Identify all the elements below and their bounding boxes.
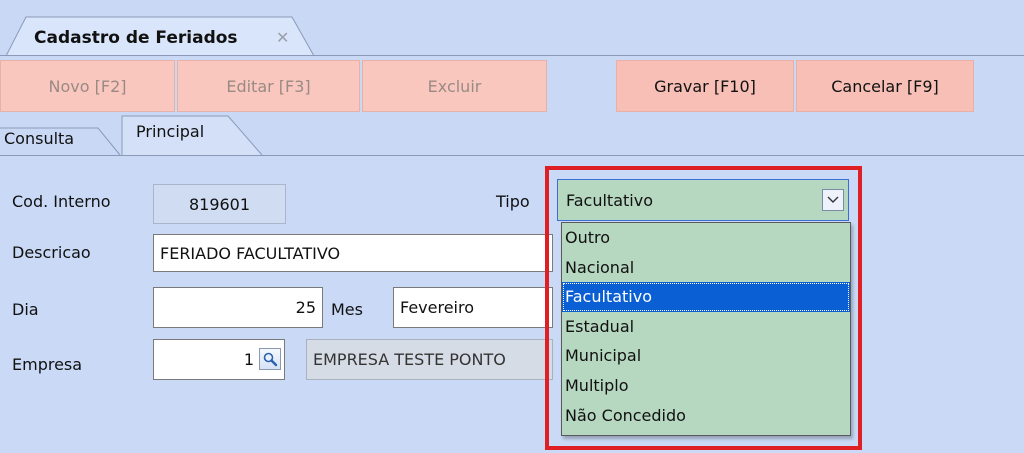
magnifier-glyph [263,352,278,367]
dia-field[interactable]: 25 [153,287,323,328]
mes-select[interactable]: Fevereiro [393,287,553,328]
dia-label: Dia [12,300,39,319]
tab-divider [0,55,1024,56]
descricao-field[interactable]: FERIADO FACULTATIVO [153,234,553,272]
toolbar: Novo [F2] Editar [F3] Excluir Gravar [F1… [0,60,1024,112]
descricao-label: Descricao [12,243,91,262]
editar-button[interactable]: Editar [F3] [177,60,360,112]
document-tab-title: Cadastro de Feriados [34,28,238,48]
highlight-box [545,166,862,450]
document-tab-bar: Cadastro de Feriados ✕ [0,0,1024,56]
tipo-label: Tipo [496,192,530,211]
cod-interno-field: 819601 [153,184,286,224]
tab-principal[interactable]: Principal [136,122,204,141]
magnifier-icon[interactable] [259,348,281,370]
gravar-button[interactable]: Gravar [F10] [616,60,794,112]
cod-interno-label: Cod. Interno [12,192,111,211]
document-tab-cadastro-feriados[interactable]: Cadastro de Feriados ✕ [6,16,316,56]
excluir-button[interactable]: Excluir [362,60,547,112]
cancelar-button[interactable]: Cancelar [F9] [796,60,974,112]
mes-label: Mes [331,300,363,319]
tab-consulta[interactable]: Consulta [4,129,74,148]
sub-tab-bar: Consulta Principal [0,112,1024,156]
empresa-label: Empresa [12,355,83,374]
empresa-name-field: EMPRESA TESTE PONTO [306,339,553,380]
close-icon[interactable]: ✕ [276,28,289,47]
novo-button[interactable]: Novo [F2] [0,60,175,112]
sub-tab-divider [0,155,1024,156]
